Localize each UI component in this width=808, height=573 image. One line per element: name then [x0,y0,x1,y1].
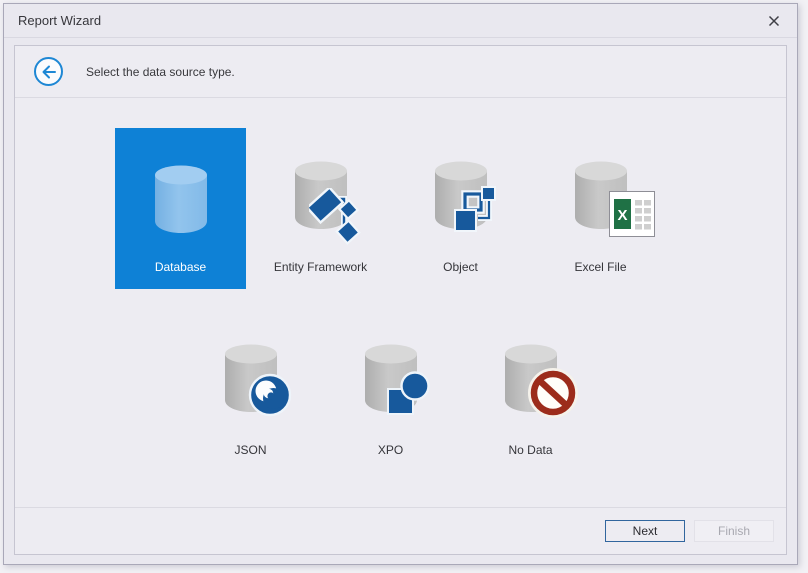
tile-label: Entity Framework [273,260,368,274]
database-icon [153,164,209,234]
json-swirl-icon [248,373,291,417]
tile-label: JSON [234,443,267,457]
close-icon [768,15,780,26]
object-squares-icon [453,186,496,232]
close-button[interactable] [763,10,785,32]
tile-label: No Data [508,443,553,457]
report-wizard-dialog: Report Wizard Select the data source typ… [3,3,798,565]
tile-label: XPO [377,443,404,457]
datasource-tiles: Database Entity Framework Object X Excel… [15,98,786,472]
window-title: Report Wizard [18,13,102,28]
titlebar: Report Wizard [4,4,797,38]
no-data-icon [503,343,578,418]
prohibition-icon [527,368,578,418]
datasource-tile-xpo[interactable]: XPO [325,311,456,472]
xpo-shapes-icon [386,371,430,415]
tile-label: Object [443,260,478,274]
entity-framework-icon [293,160,361,245]
next-button[interactable]: Next [605,520,685,542]
back-arrow-icon [42,65,56,78]
tile-label: Excel File [574,260,627,274]
datasource-tile-entity-framework[interactable]: Entity Framework [255,128,386,289]
svg-text:X: X [617,207,627,224]
excel-file-icon: X [573,160,655,237]
finish-button[interactable]: Finish [694,520,774,542]
back-button[interactable] [34,57,63,86]
datasource-tile-excel-file[interactable]: X Excel File [535,128,666,289]
entity-diamonds-icon [308,188,361,245]
wizard-prompt: Select the data source type. [86,64,235,79]
database-cylinder-icon [154,165,207,233]
xpo-icon [363,343,430,415]
datasource-tile-no-data[interactable]: No Data [465,311,596,472]
object-icon [433,160,496,232]
datasource-tile-database[interactable]: Database [115,128,246,289]
datasource-tile-json[interactable]: JSON [185,311,316,472]
wizard-panel: Select the data source type. Database En… [14,45,787,555]
datasource-tile-object[interactable]: Object [395,128,526,289]
wizard-footer: Next Finish [15,507,786,554]
tile-label: Database [154,260,207,274]
wizard-header: Select the data source type. [15,46,786,98]
excel-logo-icon: X [608,191,655,237]
tile-row-1: Database Entity Framework Object X Excel… [115,128,666,289]
json-icon [223,343,291,417]
tile-row-2: JSON XPO No Data [185,311,596,472]
